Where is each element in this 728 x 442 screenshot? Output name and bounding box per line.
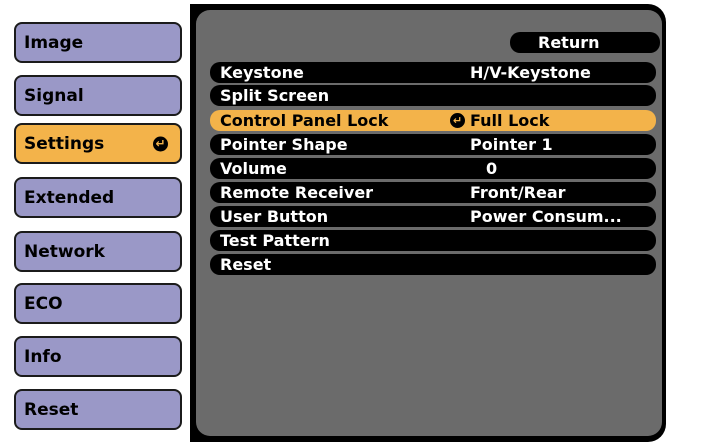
sidebar-item-settings[interactable]: Settings ↵: [14, 123, 182, 164]
row-label: Volume: [220, 159, 287, 178]
sidebar-item-info[interactable]: Info: [14, 336, 182, 377]
row-value: Front/Rear: [470, 183, 566, 202]
menu-row-keystone[interactable]: Keystone H/V-Keystone: [210, 62, 656, 83]
row-label: Remote Receiver: [220, 183, 374, 202]
sidebar-item-label: Network: [24, 241, 105, 262]
menu-row-split-screen[interactable]: Split Screen: [210, 85, 656, 106]
row-value: H/V-Keystone: [470, 63, 591, 82]
row-label: Pointer Shape: [220, 135, 348, 154]
row-label: Reset: [220, 255, 272, 274]
sidebar-item-label: Signal: [24, 85, 84, 106]
sidebar-item-label: Settings: [24, 133, 105, 154]
menu-row-test-pattern[interactable]: Test Pattern: [210, 230, 656, 251]
sidebar-item-label: Image: [24, 32, 84, 53]
row-label: User Button: [220, 207, 329, 226]
sidebar-item-extended[interactable]: Extended: [14, 177, 182, 218]
sidebar-item-network[interactable]: Network: [14, 231, 182, 272]
return-button[interactable]: Return: [510, 32, 660, 53]
sidebar-item-signal[interactable]: Signal: [14, 75, 182, 116]
return-label: Return: [538, 33, 600, 52]
menu-row-control-panel-lock[interactable]: Control Panel Lock ↵ Full Lock: [210, 110, 656, 131]
sidebar-item-eco[interactable]: ECO: [14, 283, 182, 324]
enter-icon: ↵: [450, 113, 465, 128]
menu-row-remote-receiver[interactable]: Remote Receiver Front/Rear: [210, 182, 656, 203]
menu-row-user-button[interactable]: User Button Power Consum...: [210, 206, 656, 227]
menu-row-volume[interactable]: Volume 0: [210, 158, 656, 179]
enter-icon: ↵: [153, 136, 168, 151]
sidebar-item-label: Info: [24, 346, 62, 367]
row-value: Full Lock: [470, 111, 550, 130]
row-value: Pointer 1: [470, 135, 553, 154]
row-label: Control Panel Lock: [220, 111, 389, 130]
menu-row-reset[interactable]: Reset: [210, 254, 656, 275]
sidebar-item-label: Reset: [24, 399, 79, 420]
sidebar-item-label: Extended: [24, 187, 115, 208]
row-label: Keystone: [220, 63, 304, 82]
row-value: Power Consum...: [470, 207, 622, 226]
sidebar-item-label: ECO: [24, 293, 63, 314]
row-label: Split Screen: [220, 86, 330, 105]
row-label: Test Pattern: [220, 231, 330, 250]
row-value: 0: [486, 159, 498, 178]
menu-row-pointer-shape[interactable]: Pointer Shape Pointer 1: [210, 134, 656, 155]
sidebar-item-image[interactable]: Image: [14, 22, 182, 63]
sidebar-item-reset[interactable]: Reset: [14, 389, 182, 430]
